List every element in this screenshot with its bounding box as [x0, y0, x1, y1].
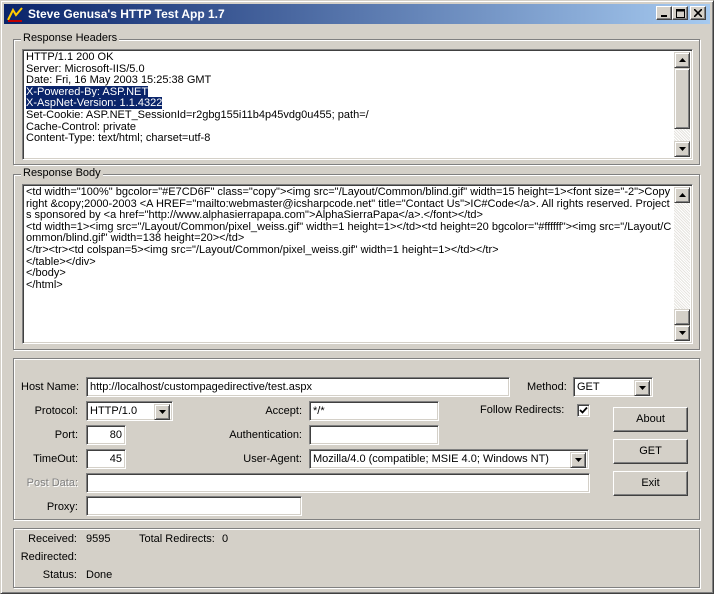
body-line: </body>	[26, 267, 66, 280]
user-agent-label: User-Agent:	[243, 453, 302, 465]
body-line: </html>	[26, 278, 63, 291]
exit-button-label: Exit	[641, 477, 660, 489]
chevron-down-icon	[638, 386, 646, 390]
port-label: Port:	[54, 429, 78, 441]
window-title: Steve Genusa's HTTP Test App 1.7	[28, 7, 225, 21]
exit-button[interactable]: Exit	[613, 471, 688, 496]
scroll-down-button[interactable]	[674, 141, 690, 157]
response-headers-scrollbar[interactable]	[674, 52, 690, 157]
protocol-select[interactable]: HTTP/1.0	[86, 401, 173, 421]
chevron-down-icon	[158, 410, 166, 414]
protocol-label: Protocol:	[34, 405, 78, 417]
authentication-label: Authentication:	[229, 429, 302, 441]
about-button-label: About	[636, 413, 665, 425]
user-agent-select[interactable]: Mozilla/4.0 (compatible; MSIE 4.0; Windo…	[309, 449, 589, 469]
port-input[interactable]: 80	[86, 425, 126, 445]
about-button[interactable]: About	[613, 407, 688, 432]
received-value: 9595	[86, 533, 111, 545]
body-line: </table></div>	[26, 255, 96, 268]
header-line-text: X-AspNet-Version: 1.1.4322	[26, 97, 163, 110]
host-name-label: Host Name:	[21, 381, 80, 393]
authentication-input[interactable]	[309, 425, 439, 445]
response-body-textarea[interactable]: <td width="100%" bgcolor="#E7CD6F" class…	[22, 184, 693, 344]
body-line: <td width=1><img src="/Layout/Common/pix…	[26, 220, 672, 245]
body-line: <td width="100%" bgcolor="#E7CD6F" class…	[26, 187, 671, 222]
proxy-input[interactable]	[86, 496, 302, 516]
timeout-input[interactable]: 45	[86, 449, 126, 469]
post-data-label: Post Data:	[26, 477, 78, 489]
host-name-input[interactable]: http://localhost/custompagedirective/tes…	[86, 377, 510, 397]
user-agent-dropdown-button[interactable]	[570, 452, 586, 468]
method-dropdown-button[interactable]	[634, 380, 650, 396]
header-line: Content-Type: text/html; charset=utf-8	[26, 132, 672, 145]
get-button[interactable]: GET	[613, 439, 688, 464]
checkmark-icon	[579, 406, 588, 414]
app-icon	[7, 6, 23, 22]
scroll-up-button[interactable]	[674, 52, 690, 68]
follow-redirects-checkbox[interactable]	[577, 404, 590, 417]
response-headers-label: Response Headers	[21, 32, 120, 44]
get-button-label: GET	[639, 445, 662, 457]
accept-input[interactable]: */*	[309, 401, 439, 421]
body-line: </tr><tr><td colspan=5><img src="/Layout…	[26, 243, 499, 256]
request-settings-group: Host Name: http://localhost/custompagedi…	[13, 358, 700, 520]
header-line-text: Cache-Control: private	[26, 120, 137, 133]
scroll-thumb[interactable]	[674, 309, 690, 325]
header-line-text: X-Powered-By: ASP.NET	[26, 85, 149, 98]
proxy-label: Proxy:	[46, 501, 78, 513]
response-headers-content: HTTP/1.1 200 OK Server: Microsoft-IIS/5.0…	[26, 52, 672, 157]
accept-label: Accept:	[265, 405, 302, 417]
header-line-text: Set-Cookie: ASP.NET_SessionId=r2gbg155i1…	[26, 108, 369, 121]
app-window: Steve Genusa's HTTP Test App 1.7 Respons…	[0, 0, 714, 594]
arrow-up-icon	[678, 193, 686, 197]
minimize-icon	[661, 15, 667, 17]
chevron-down-icon	[574, 458, 582, 462]
scroll-thumb[interactable]	[674, 68, 690, 129]
arrow-down-icon	[678, 147, 686, 151]
scroll-up-button[interactable]	[674, 187, 690, 203]
total-redirects-value: 0	[222, 533, 229, 545]
method-value: GET	[577, 381, 600, 393]
title-bar[interactable]: Steve Genusa's HTTP Test App 1.7	[4, 4, 710, 24]
response-headers-group: Response Headers HTTP/1.1 200 OK Server: …	[13, 32, 700, 165]
response-body-scrollbar[interactable]	[674, 187, 690, 341]
header-line-text: Server: Microsoft-IIS/5.0	[26, 62, 145, 75]
response-headers-textarea[interactable]: HTTP/1.1 200 OK Server: Microsoft-IIS/5.0…	[22, 49, 693, 160]
close-icon	[694, 9, 702, 17]
maximize-icon	[675, 8, 685, 18]
header-line-text: Date: Fri, 16 May 2003 15:25:38 GMT	[26, 74, 212, 87]
redirected-label: Redirected:	[20, 551, 77, 563]
status-label: Status:	[42, 569, 77, 581]
status-value: Done	[86, 569, 113, 581]
post-data-input[interactable]	[86, 473, 590, 493]
arrow-up-icon	[678, 58, 686, 62]
minimize-button[interactable]	[656, 6, 672, 20]
timeout-label: TimeOut:	[33, 453, 78, 465]
header-line-text: HTTP/1.1 200 OK	[26, 52, 114, 63]
response-body-content: <td width="100%" bgcolor="#E7CD6F" class…	[26, 187, 672, 341]
status-group: Received: 9595 Total Redirects: 0 Redire…	[13, 528, 700, 588]
received-label: Received:	[28, 533, 77, 545]
protocol-dropdown-button[interactable]	[154, 404, 170, 420]
arrow-down-icon	[678, 331, 686, 335]
header-line-text: Content-Type: text/html; charset=utf-8	[26, 132, 211, 145]
total-redirects-label: Total Redirects:	[139, 533, 215, 545]
response-body-label: Response Body	[21, 167, 103, 179]
scroll-down-button[interactable]	[674, 325, 690, 341]
close-button[interactable]	[690, 6, 706, 20]
maximize-button[interactable]	[672, 6, 688, 20]
user-agent-value: Mozilla/4.0 (compatible; MSIE 4.0; Windo…	[313, 453, 549, 465]
protocol-value: HTTP/1.0	[90, 405, 138, 417]
method-label: Method:	[527, 381, 567, 393]
follow-redirects-label: Follow Redirects:	[480, 404, 565, 416]
method-select[interactable]: GET	[573, 377, 653, 397]
response-body-group: Response Body <td width="100%" bgcolor="…	[13, 167, 700, 350]
